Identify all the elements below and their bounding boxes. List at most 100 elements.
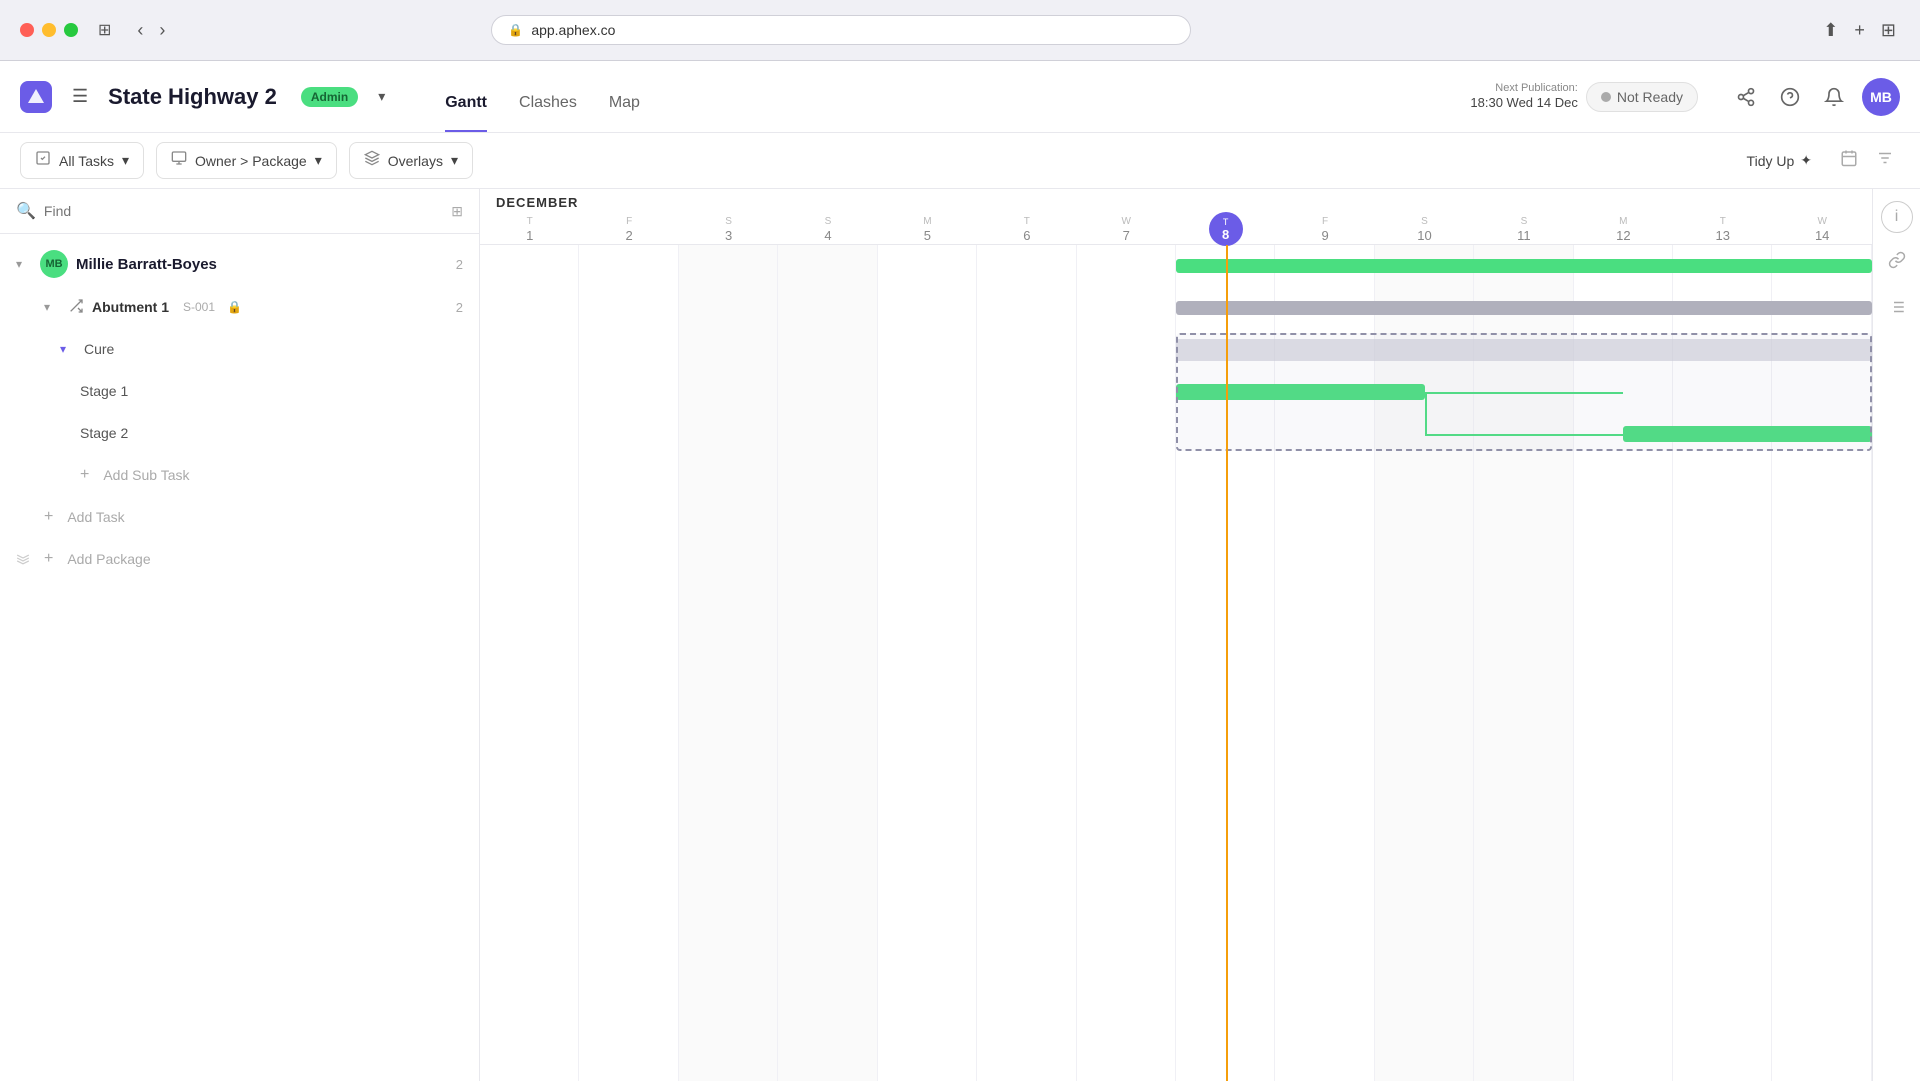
day-cell-4: S 4	[778, 216, 877, 243]
v-connector-line	[1425, 392, 1427, 434]
add-package-row[interactable]: + Add Package	[0, 538, 479, 580]
list-icon-button[interactable]	[1882, 292, 1912, 327]
link-icon-button[interactable]	[1882, 245, 1912, 280]
add-task-icon: +	[44, 508, 53, 526]
day-cell-11: S 11	[1474, 216, 1573, 243]
main-content: 🔍 ⊞ ▾ MB Millie Barratt-Boyes 2 ▾	[0, 189, 1920, 1081]
gantt-rows	[480, 245, 1872, 1081]
owner-package-button[interactable]: Owner > Package ▾	[156, 142, 337, 179]
maximize-button[interactable]	[64, 23, 78, 37]
status-dot	[1601, 92, 1611, 102]
owner-package-label: Owner > Package	[195, 153, 307, 169]
sidebar-toggle-button[interactable]: ⊞	[90, 16, 119, 44]
help-icon-button[interactable]	[1774, 81, 1806, 113]
overlays-button[interactable]: Overlays ▾	[349, 142, 473, 179]
day-labels: T 1 F 2 S 3 S 4 M 5 T 6 W 7 T 8 F 9 S 10	[480, 212, 1872, 246]
gantt-area: DECEMBER T 1 F 2 S 3 S 4 M 5 T 6 W 7 T 8	[480, 189, 1872, 1081]
back-button[interactable]: ‹	[131, 18, 149, 43]
package-icon	[68, 298, 84, 317]
all-tasks-button[interactable]: All Tasks ▾	[20, 142, 144, 179]
add-subtask-icon: +	[80, 466, 89, 484]
tab-map[interactable]: Map	[609, 94, 640, 132]
cure-row[interactable]: ▾ Cure	[0, 328, 479, 370]
owner-chevron[interactable]: ▾	[16, 257, 32, 271]
package-code: S-001	[183, 300, 215, 314]
day-cell-2: F 2	[579, 216, 678, 243]
share-button[interactable]: ⬆	[1819, 16, 1842, 45]
header-actions: MB	[1730, 78, 1900, 116]
address-bar[interactable]: 🔒 app.aphex.co	[491, 15, 1191, 45]
connector-line	[1425, 392, 1624, 394]
owner-name: Millie Barratt-Boyes	[76, 256, 448, 273]
all-tasks-chevron: ▾	[122, 152, 129, 169]
info-button[interactable]: i	[1881, 201, 1913, 233]
owner-task-count: 2	[456, 257, 463, 272]
search-input[interactable]	[44, 203, 443, 219]
app-logo	[20, 81, 52, 113]
day-cell-8: T 8	[1176, 212, 1275, 246]
day-cell-5: M 5	[878, 216, 977, 243]
package-row[interactable]: ▾ Abutment 1 S-001 🔒 2	[0, 286, 479, 328]
date-header: DECEMBER T 1 F 2 S 3 S 4 M 5 T 6 W 7 T 8	[480, 189, 1872, 245]
tab-gantt[interactable]: Gantt	[445, 94, 487, 132]
app-container: ☰ State Highway 2 Admin ▾ Gantt Clashes …	[0, 61, 1920, 1081]
cure-name: Cure	[84, 341, 114, 357]
day-cell-12: M 12	[1574, 216, 1673, 243]
lock-icon: 🔒	[508, 23, 523, 37]
share-icon-button[interactable]	[1730, 81, 1762, 113]
user-avatar[interactable]: MB	[1862, 78, 1900, 116]
close-button[interactable]	[20, 23, 34, 37]
notification-icon-button[interactable]	[1818, 81, 1850, 113]
add-task-row[interactable]: + Add Task	[0, 496, 479, 538]
forward-button[interactable]: ›	[153, 18, 171, 43]
owner-icon	[171, 150, 187, 171]
overlays-icon	[364, 150, 380, 171]
tidy-up-label: Tidy Up	[1747, 153, 1795, 169]
tidy-up-icon: ✦	[1800, 152, 1812, 169]
search-bar: 🔍 ⊞	[0, 189, 479, 234]
day-cell-7: W 7	[1077, 216, 1176, 243]
not-ready-label: Not Ready	[1617, 89, 1683, 105]
add-subtask-row[interactable]: + Add Sub Task	[0, 454, 479, 496]
pub-date: 18:30 Wed 14 Dec	[1470, 95, 1577, 110]
bars-container	[480, 245, 1872, 1081]
overlays-label: Overlays	[388, 153, 443, 169]
package-task-count: 2	[456, 300, 463, 315]
toolbar-right-icons	[1834, 143, 1900, 178]
overlays-chevron: ▾	[451, 152, 458, 169]
day-cell-9: F 9	[1275, 216, 1374, 243]
calendar-icon-button[interactable]	[1834, 143, 1864, 178]
not-ready-badge[interactable]: Not Ready	[1586, 82, 1698, 112]
add-package-icon: +	[44, 550, 53, 568]
stack-icon	[16, 551, 30, 568]
minimize-button[interactable]	[42, 23, 56, 37]
search-icon: 🔍	[16, 201, 36, 221]
extensions-button[interactable]: ⊞	[1877, 16, 1900, 45]
new-tab-button[interactable]: +	[1850, 16, 1869, 45]
gantt-bar	[1176, 301, 1872, 315]
right-panel: i	[1872, 189, 1920, 1081]
lock-icon: 🔒	[227, 300, 242, 314]
gantt-bar	[1176, 339, 1872, 361]
cure-chevron[interactable]: ▾	[60, 342, 76, 356]
package-chevron[interactable]: ▾	[44, 300, 60, 314]
stage-1-name: Stage 1	[80, 383, 128, 399]
tab-clashes[interactable]: Clashes	[519, 94, 577, 132]
tidy-up-button[interactable]: Tidy Up ✦	[1737, 146, 1822, 175]
tasks-icon	[35, 150, 51, 171]
expand-icon[interactable]: ⊞	[451, 203, 463, 220]
stage-2-row[interactable]: Stage 2	[0, 412, 479, 454]
filter-icon-button[interactable]	[1870, 143, 1900, 178]
hamburger-button[interactable]: ☰	[68, 82, 92, 111]
day-cell-3: S 3	[679, 216, 778, 243]
left-panel: 🔍 ⊞ ▾ MB Millie Barratt-Boyes 2 ▾	[0, 189, 480, 1081]
project-dropdown-button[interactable]: ▾	[374, 84, 389, 109]
stage-1-row[interactable]: Stage 1	[0, 370, 479, 412]
owner-row[interactable]: ▾ MB Millie Barratt-Boyes 2	[0, 242, 479, 286]
add-package-label: Add Package	[67, 551, 150, 567]
url-text: app.aphex.co	[531, 22, 615, 38]
month-label: DECEMBER	[480, 189, 1872, 212]
publication-status: Next Publication: 18:30 Wed 14 Dec Not R…	[1470, 82, 1698, 112]
package-name: Abutment 1	[92, 299, 169, 315]
day-cell-14: W 14	[1772, 216, 1871, 243]
